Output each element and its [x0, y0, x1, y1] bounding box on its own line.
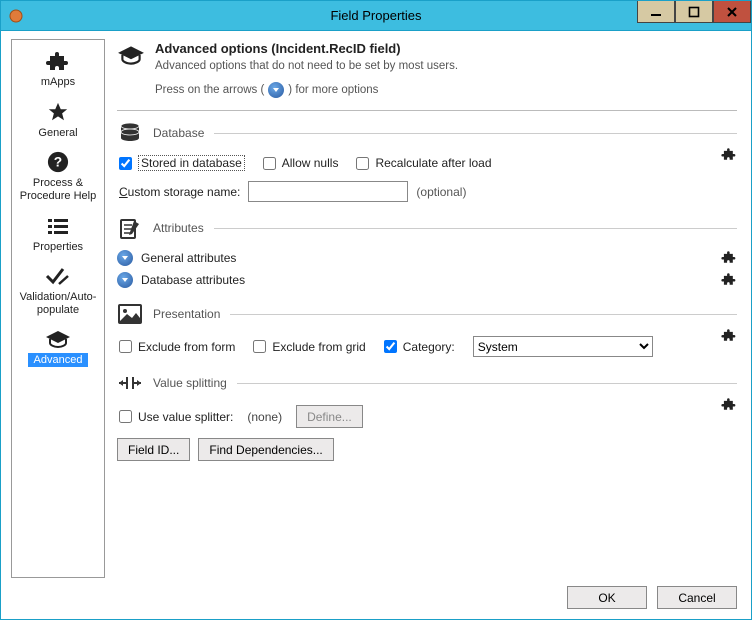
page-header: Advanced options (Incident.RecID field) …: [117, 39, 737, 106]
sidebar-item-process-help[interactable]: ? Process & Procedure Help: [14, 147, 102, 208]
use-value-splitter-checkbox[interactable]: Use value splitter:: [119, 410, 233, 424]
minimize-button[interactable]: [637, 1, 675, 23]
sidebar-item-advanced[interactable]: Advanced: [14, 324, 102, 373]
section-attributes: Attributes General attributes: [117, 216, 737, 288]
optional-label: (optional): [416, 185, 466, 199]
graduation-cap-icon: [16, 326, 100, 352]
page-hint: Press on the arrows ( ) for more options: [155, 82, 458, 98]
custom-storage-input[interactable]: [248, 181, 408, 202]
exclude-from-form-checkbox[interactable]: Exclude from form: [119, 340, 235, 354]
attributes-icon: [117, 216, 143, 240]
splitter-value: (none): [247, 410, 282, 424]
database-attributes-toggle[interactable]: Database attributes: [117, 272, 737, 288]
puzzle-icon[interactable]: [721, 250, 737, 267]
main-panel: Advanced options (Incident.RecID field) …: [111, 39, 741, 578]
section-database: Database Stored in database Allo: [117, 121, 737, 202]
find-dependencies-button[interactable]: Find Dependencies...: [198, 438, 333, 461]
app-icon: [9, 9, 23, 23]
cancel-button[interactable]: Cancel: [657, 586, 737, 609]
sidebar-item-mapps[interactable]: mApps: [14, 46, 102, 95]
page-subtitle: Advanced options that do not need to be …: [155, 60, 458, 72]
define-button[interactable]: Define...: [296, 405, 363, 428]
puzzle-icon: [16, 48, 100, 74]
arrow-down-icon: [117, 272, 133, 288]
dialog-footer: OK Cancel: [11, 578, 741, 609]
separator: [117, 110, 737, 111]
database-icon: [117, 121, 143, 145]
check-pencil-icon: [16, 263, 100, 289]
titlebar: Field Properties: [1, 1, 751, 31]
window-buttons: [637, 1, 751, 23]
puzzle-icon[interactable]: [721, 272, 737, 289]
category-checkbox[interactable]: Category:: [384, 340, 455, 354]
allow-nulls-checkbox[interactable]: Allow nulls: [263, 156, 339, 170]
list-icon: [16, 213, 100, 239]
category-select[interactable]: System: [473, 336, 653, 357]
split-icon: [117, 371, 143, 395]
recalculate-after-load-checkbox[interactable]: Recalculate after load: [356, 156, 491, 170]
graduation-cap-icon: [117, 41, 145, 98]
window: Field Properties mApps: [0, 0, 752, 620]
puzzle-icon[interactable]: [721, 328, 737, 345]
star-icon: [16, 99, 100, 125]
exclude-from-grid-checkbox[interactable]: Exclude from grid: [253, 340, 365, 354]
stored-in-database-checkbox[interactable]: Stored in database: [119, 155, 245, 171]
sidebar-item-validation[interactable]: Validation/Auto-populate: [14, 261, 102, 322]
page-title: Advanced options (Incident.RecID field): [155, 41, 458, 56]
dialog-body: mApps General ? Process & Procedure Help: [1, 31, 751, 619]
sidebar-item-general[interactable]: General: [14, 97, 102, 146]
puzzle-icon[interactable]: [721, 397, 737, 414]
svg-text:?: ?: [54, 155, 62, 170]
general-attributes-toggle[interactable]: General attributes: [117, 250, 737, 266]
arrow-down-icon: [117, 250, 133, 266]
section-presentation: Presentation Exclude from form E: [117, 302, 737, 357]
field-id-button[interactable]: Field ID...: [117, 438, 190, 461]
arrow-down-icon: [268, 82, 284, 98]
help-icon: ?: [16, 149, 100, 175]
sidebar-item-properties[interactable]: Properties: [14, 211, 102, 260]
section-value-splitting: Value splitting Use value splitter: (non…: [117, 371, 737, 461]
image-icon: [117, 302, 143, 326]
puzzle-icon[interactable]: [721, 147, 737, 164]
close-button[interactable]: [713, 1, 751, 23]
maximize-button[interactable]: [675, 1, 713, 23]
ok-button[interactable]: OK: [567, 586, 647, 609]
sidebar: mApps General ? Process & Procedure Help: [11, 39, 105, 578]
custom-storage-label: Custom storage name:: [119, 185, 240, 199]
